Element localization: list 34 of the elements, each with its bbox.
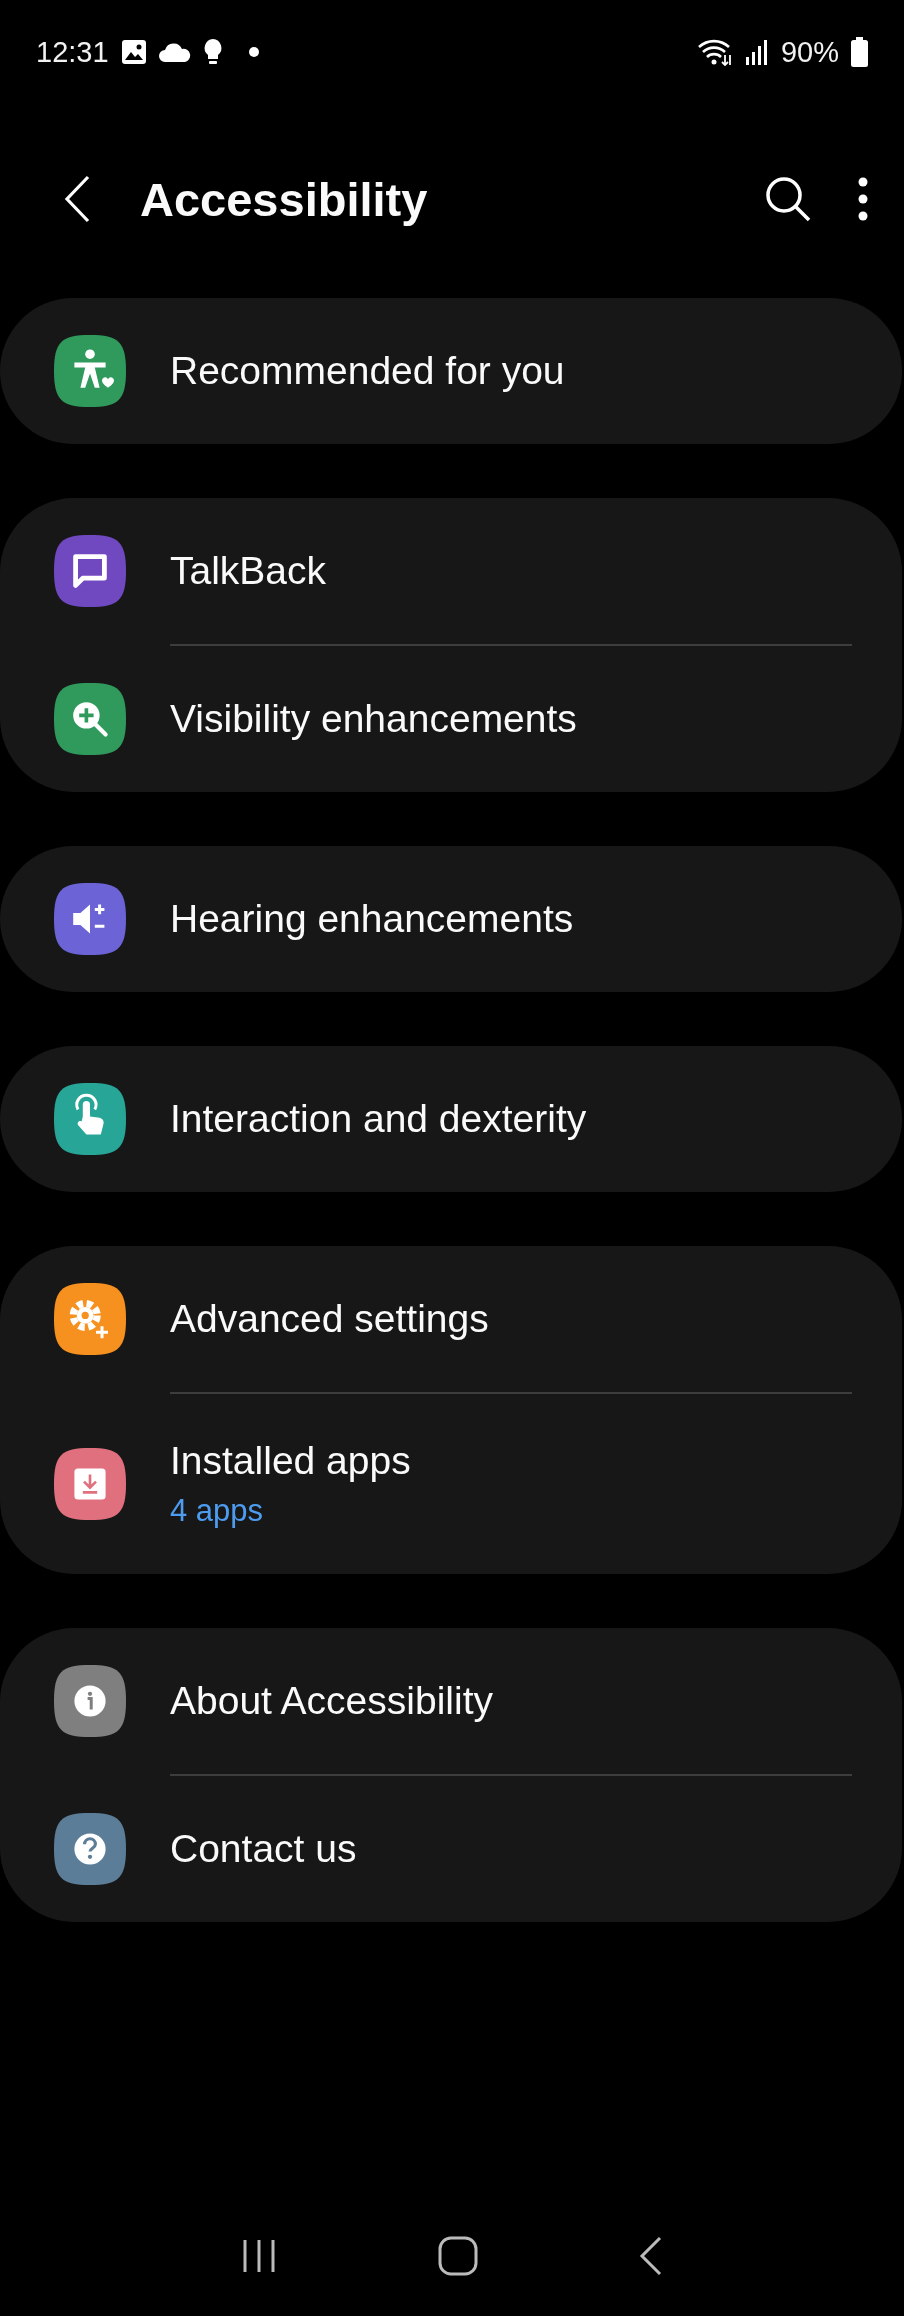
settings-item[interactable]: Advanced settings [0,1246,902,1392]
battery-icon [851,37,868,67]
battery-percent: 90% [780,35,839,69]
settings-item[interactable]: TalkBack [0,498,902,644]
lightbulb-icon [202,38,223,66]
notification-dot-icon [248,47,259,57]
item-label: Advanced settings [170,1297,489,1341]
item-label: Hearing enhancements [170,897,574,941]
back-icon [64,175,90,223]
signal-icon [744,39,769,65]
item-label: Recommended for you [170,349,565,393]
item-label: TalkBack [170,549,327,593]
search-icon [764,175,812,223]
cloud-icon [158,42,191,62]
more-options-icon [858,177,868,221]
settings-item[interactable]: Visibility enhancements [0,646,902,792]
item-subtitle: 4 apps [170,1493,265,1529]
status-time: 12:31 [36,35,109,69]
back-nav-icon [639,2236,664,2276]
gallery-icon [120,39,147,65]
settings-item[interactable]: Contact us [0,1776,902,1922]
settings-item[interactable]: Hearing enhancements [0,846,902,992]
item-label: Contact us [170,1827,357,1871]
settings-item[interactable]: Interaction and dexterity [0,1046,902,1192]
item-label: Installed apps [170,1439,411,1483]
item-label: About Accessibility [170,1679,493,1723]
settings-item[interactable]: About Accessibility [0,1628,902,1774]
home-icon [438,2236,478,2276]
item-label: Interaction and dexterity [170,1097,587,1141]
wifi-icon [696,38,733,66]
settings-item[interactable]: Installed apps 4 apps [0,1394,902,1574]
page-title: Accessibility [140,171,429,227]
item-label: Visibility enhancements [170,697,577,741]
settings-item[interactable]: Recommended for you [0,298,902,444]
